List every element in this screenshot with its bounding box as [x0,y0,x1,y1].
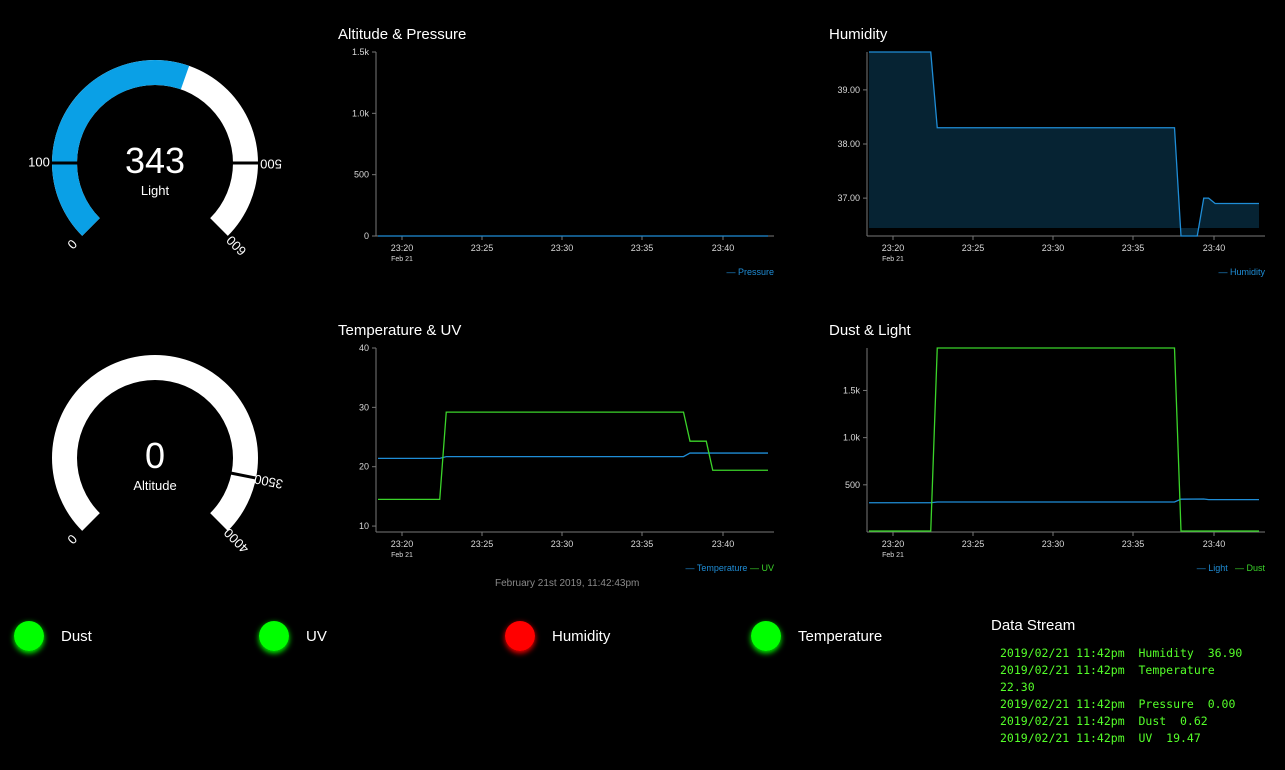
stream-line: 2019/02/21 11:42pm UV 19.47 [1000,731,1201,745]
x-tick-label: 23:40 [712,539,735,549]
legend-item-pressure: — Pressure [726,267,774,277]
x-tick-label: 23:40 [1203,243,1226,253]
x-tick-date-label: Feb 21 [391,256,413,263]
x-tick-label: 23:20 [882,539,905,549]
x-tick-label: 23:25 [962,243,985,253]
x-tick-label: 23:35 [1122,243,1145,253]
gauge-threshold-label: 3500 [253,471,284,491]
gauge-min-label: 0 [64,531,80,547]
y-tick-label: 1.5k [843,385,861,395]
data-stream-title: Data Stream [991,617,1076,634]
x-tick-label: 23:20 [391,539,414,549]
data-stream-log: 2019/02/21 11:42pm Humidity 36.90 2019/0… [1000,645,1260,747]
status-led-icon [259,621,289,651]
stream-line: 2019/02/21 11:42pm Dust 0.62 [1000,714,1208,728]
y-tick-label: 500 [845,480,860,490]
x-tick-label: 23:25 [962,539,985,549]
series-line-uv [378,411,768,501]
x-tick-label: 23:25 [471,243,494,253]
legend-item-temperature: — Temperature [686,563,748,573]
status-uv: UV [259,620,327,652]
status-temperature: Temperature [751,620,882,652]
y-tick-label: 37.00 [837,193,860,203]
y-tick-label: 38.00 [837,139,860,149]
y-tick-label: 500 [354,170,369,180]
y-tick-label: 0 [364,231,369,241]
gauge-min-label: 0 [64,236,80,252]
legend-item-light: — Light [1197,563,1229,573]
last-updated-timestamp: February 21st 2019, 11:42:43pm [495,578,640,589]
x-tick-label: 23:30 [1042,539,1065,549]
legend-item-dust: — Dust [1235,563,1266,573]
light-gauge-svg: 0 600 500 100 343 Light [28,59,282,259]
x-tick-date-label: Feb 21 [391,552,413,559]
series-line-dust [869,347,1259,532]
altitude-pressure-chart: Altitude & Pressure 0 500 1.0k 1.5k 23:20 23:… [338,26,778,286]
dust-light-chart: Dust & Light 500 1.0k 1.5k 23:20 23:25 23:30 2… [829,322,1269,582]
temperature-uv-plot: 10 20 30 40 23:20 23:25 23:30 23:35 23:40 Feb 21 —… [359,343,774,573]
dust-light-plot: 500 1.0k 1.5k 23:20 23:25 23:30 23:35 23:40 Feb … [843,347,1266,573]
stream-line: 2019/02/21 11:42pm Humidity 36.90 [1000,646,1243,660]
gauge-value: 343 [125,140,185,181]
y-tick-label: 40 [359,343,369,353]
gauge-label: Altitude [133,478,176,493]
y-tick-label: 39.00 [837,85,860,95]
status-dust: Dust [14,620,92,652]
x-tick-date-label: Feb 21 [882,552,904,559]
y-tick-label: 1.0k [352,108,370,118]
status-label: UV [306,627,327,645]
status-led-icon [14,621,44,651]
altitude-gauge-svg: 0 4000 3500 0 Altitude [52,355,284,556]
x-tick-date-label: Feb 21 [882,256,904,263]
gauge-max-label: 4000 [221,525,252,556]
legend-item-uv: — UV [750,563,774,573]
status-led-icon [751,621,781,651]
x-tick-label: 23:30 [551,539,574,549]
y-tick-label: 20 [359,462,369,472]
y-tick-label: 1.0k [843,433,861,443]
x-tick-label: 23:20 [391,243,414,253]
gauge-label: Light [141,183,170,198]
status-label: Dust [61,627,92,645]
x-tick-label: 23:30 [1042,243,1065,253]
humidity-chart: Humidity 37.00 38.00 39.00 23:20 23:25 23:30 2… [829,26,1269,286]
altitude-gauge: 0 4000 3500 0 Altitude [30,350,290,560]
series-line-light [869,498,1259,504]
status-label: Temperature [798,627,883,645]
gauge-threshold-label: 500 [260,157,282,172]
light-gauge: 0 600 500 100 343 Light [28,55,290,265]
status-led-icon [505,621,535,651]
x-tick-label: 23:30 [551,243,574,253]
stream-line: 2019/02/21 11:42pm Pressure 0.00 [1000,697,1236,711]
stream-line: 2019/02/21 11:42pm Temperature 22.30 [1000,663,1229,694]
x-tick-label: 23:35 [631,539,654,549]
y-tick-label: 30 [359,402,369,412]
gauge-max-label: 600 [223,233,249,259]
x-tick-label: 23:40 [712,243,735,253]
x-tick-label: 23:35 [631,243,654,253]
x-tick-label: 23:25 [471,539,494,549]
x-tick-label: 23:20 [882,243,905,253]
legend-item-humidity: — Humidity [1218,267,1265,277]
temperature-uv-chart: Temperature & UV 10 20 30 40 23:20 23:25 23:30… [338,322,778,582]
y-tick-label: 1.5k [352,47,370,57]
gauge-value: 0 [145,435,165,476]
y-tick-label: 10 [359,521,369,531]
status-humidity: Humidity [505,620,610,652]
x-tick-label: 23:40 [1203,539,1226,549]
series-area [869,52,1259,236]
altitude-pressure-plot: 0 500 1.0k 1.5k 23:20 23:25 23:30 23:35 23:40 Feb… [352,47,774,277]
gauge-mark-label: 100 [28,154,50,169]
humidity-plot: 37.00 38.00 39.00 23:20 23:25 23:30 23:35 23:40… [837,51,1265,277]
status-label: Humidity [552,627,611,645]
x-tick-label: 23:35 [1122,539,1145,549]
